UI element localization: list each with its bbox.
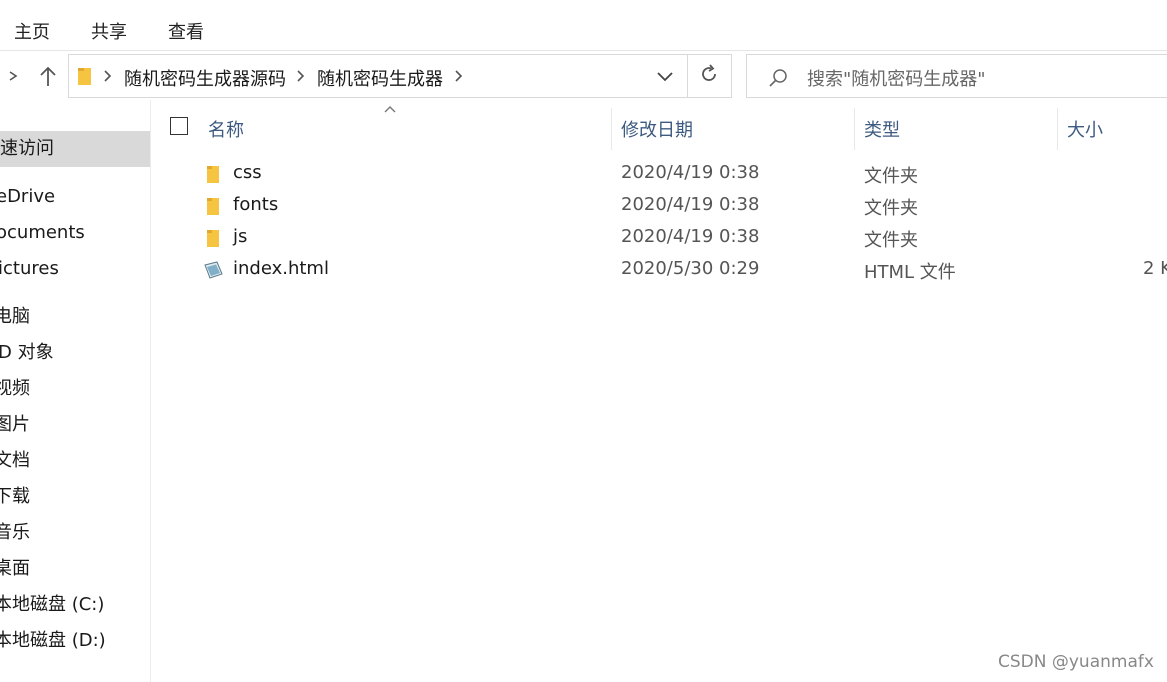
nav-item-desktop[interactable]: 桌面 xyxy=(0,551,30,587)
chevron-down-icon[interactable] xyxy=(655,66,675,86)
folder-icon xyxy=(78,68,91,85)
file-row[interactable]: fonts 2020/4/19 0:38 文件夹 xyxy=(160,190,1167,222)
chevron-right-icon xyxy=(296,65,306,90)
nav-item-3d-objects[interactable]: D 对象 xyxy=(0,335,54,371)
folder-icon xyxy=(207,230,219,247)
column-header-name[interactable]: 名称 xyxy=(208,116,244,142)
navigation-pane: 速访问 eDrive ocuments ictures 电脑 D 对象 视频 图… xyxy=(0,100,151,682)
tab-share[interactable]: 共享 xyxy=(91,18,127,44)
file-row[interactable]: js 2020/4/19 0:38 文件夹 xyxy=(160,222,1167,254)
ribbon: 主页 共享 查看 xyxy=(0,0,1167,51)
folder-icon xyxy=(207,198,219,215)
divider xyxy=(687,55,688,97)
refresh-icon[interactable] xyxy=(699,63,719,91)
file-type: 文件夹 xyxy=(864,230,918,251)
nav-item-docs[interactable]: 文档 xyxy=(0,443,30,479)
nav-item-documents[interactable]: ocuments xyxy=(0,215,85,251)
tab-view[interactable]: 查看 xyxy=(168,18,204,44)
file-name: css xyxy=(233,162,262,183)
search-icon xyxy=(769,69,787,87)
breadcrumb-item[interactable]: 随机密码生成器 xyxy=(317,65,443,91)
up-arrow-icon[interactable] xyxy=(38,66,58,93)
nav-item-pictures[interactable]: ictures xyxy=(0,251,59,287)
column-divider[interactable] xyxy=(854,108,855,150)
file-date: 2020/5/30 0:29 xyxy=(621,258,760,279)
chevron-down-icon[interactable] xyxy=(8,64,20,88)
select-all-checkbox[interactable] xyxy=(170,117,188,135)
watermark: CSDN @yuanmafx xyxy=(998,652,1154,672)
html-file-icon xyxy=(204,261,223,279)
nav-item-music[interactable]: 音乐 xyxy=(0,515,30,551)
file-date: 2020/4/19 0:38 xyxy=(621,226,760,247)
search-input[interactable]: 搜索"随机密码生成器" xyxy=(807,65,986,91)
column-divider[interactable] xyxy=(611,108,612,150)
nav-item-quick-access[interactable]: 速访问 xyxy=(0,131,150,167)
nav-item-drive-d[interactable]: 本地磁盘 (D:) xyxy=(0,623,106,659)
tab-home[interactable]: 主页 xyxy=(14,18,50,44)
column-divider[interactable] xyxy=(1057,108,1058,150)
file-date: 2020/4/19 0:38 xyxy=(621,162,760,183)
file-name: fonts xyxy=(233,194,279,215)
file-row[interactable]: css 2020/4/19 0:38 文件夹 xyxy=(160,158,1167,190)
nav-item-drive-c[interactable]: 本地磁盘 (C:) xyxy=(0,587,104,623)
file-row[interactable]: index.html 2020/5/30 0:29 HTML 文件 2 K xyxy=(160,254,1167,286)
file-name: index.html xyxy=(233,258,329,279)
nav-item-downloads[interactable]: 下载 xyxy=(0,479,30,515)
file-size: 2 K xyxy=(1143,258,1167,279)
chevron-right-icon xyxy=(103,65,113,90)
folder-icon xyxy=(207,166,219,183)
nav-item-images[interactable]: 图片 xyxy=(0,407,30,443)
file-type: 文件夹 xyxy=(864,198,918,219)
breadcrumb-item[interactable]: 随机密码生成器源码 xyxy=(124,65,286,91)
search-box[interactable]: 搜索"随机密码生成器" xyxy=(746,54,1167,98)
file-name: js xyxy=(233,226,248,247)
nav-item-videos[interactable]: 视频 xyxy=(0,371,30,407)
file-date: 2020/4/19 0:38 xyxy=(621,194,760,215)
column-header-size[interactable]: 大小 xyxy=(1067,116,1103,142)
file-type: HTML 文件 xyxy=(864,262,956,283)
nav-item-this-pc[interactable]: 电脑 xyxy=(0,299,30,335)
sort-ascending-icon xyxy=(384,106,396,113)
column-header-date[interactable]: 修改日期 xyxy=(621,116,693,142)
file-type: 文件夹 xyxy=(864,166,918,187)
column-header-type[interactable]: 类型 xyxy=(864,116,900,142)
chevron-right-icon[interactable] xyxy=(454,65,464,90)
address-bar[interactable]: 随机密码生成器源码 随机密码生成器 xyxy=(68,54,732,98)
nav-item-onedrive[interactable]: eDrive xyxy=(0,179,55,215)
